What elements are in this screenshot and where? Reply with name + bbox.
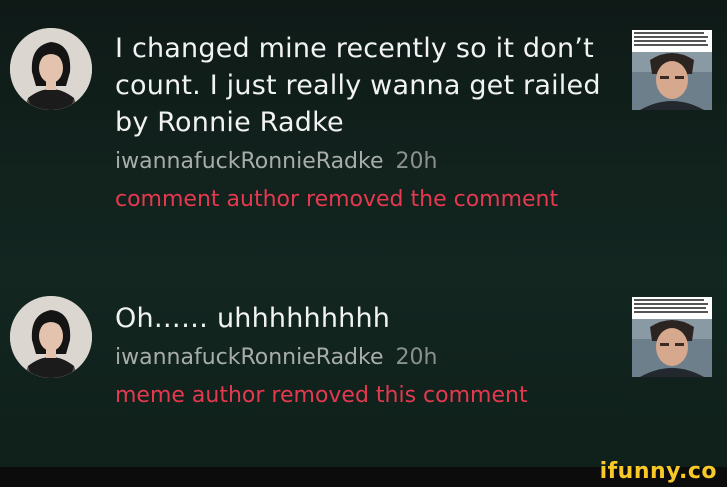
comment-item: Oh…… uhhhhhhhhh iwannafuckRonnieRadke 20h… (0, 240, 727, 460)
removed-notice: meme author removed this comment (115, 383, 528, 408)
username-link[interactable]: iwannafuckRonnieRadke (115, 345, 384, 370)
ifunny-watermark: ifunny.co (599, 459, 717, 484)
timestamp: 20h (395, 345, 438, 370)
thumbnail-caption (632, 30, 712, 52)
comment-meta: iwannafuckRonnieRadke 20h (115, 149, 615, 175)
thumbnail-caption (632, 297, 712, 319)
username-link[interactable]: iwannafuckRonnieRadke (115, 149, 384, 174)
timestamp: 20h (395, 149, 438, 174)
comment-content: Oh…… uhhhhhhhhh iwannafuckRonnieRadke 20h… (115, 300, 615, 409)
thumbnail-photo (632, 52, 712, 110)
meme-thumbnail[interactable] (632, 30, 712, 110)
user-avatar[interactable] (10, 28, 92, 110)
comment-meta: iwannafuckRonnieRadke 20h (115, 345, 615, 371)
comment-item: I changed mine recently so it don’t coun… (0, 0, 727, 240)
meme-thumbnail[interactable] (632, 297, 712, 377)
comment-content: I changed mine recently so it don’t coun… (115, 30, 615, 213)
removed-notice: comment author removed the comment (115, 187, 559, 212)
thumbnail-photo (632, 319, 712, 377)
comment-text: I changed mine recently so it don’t coun… (115, 33, 601, 138)
comment-text: Oh…… uhhhhhhhhh (115, 303, 391, 334)
user-avatar[interactable] (10, 296, 92, 378)
